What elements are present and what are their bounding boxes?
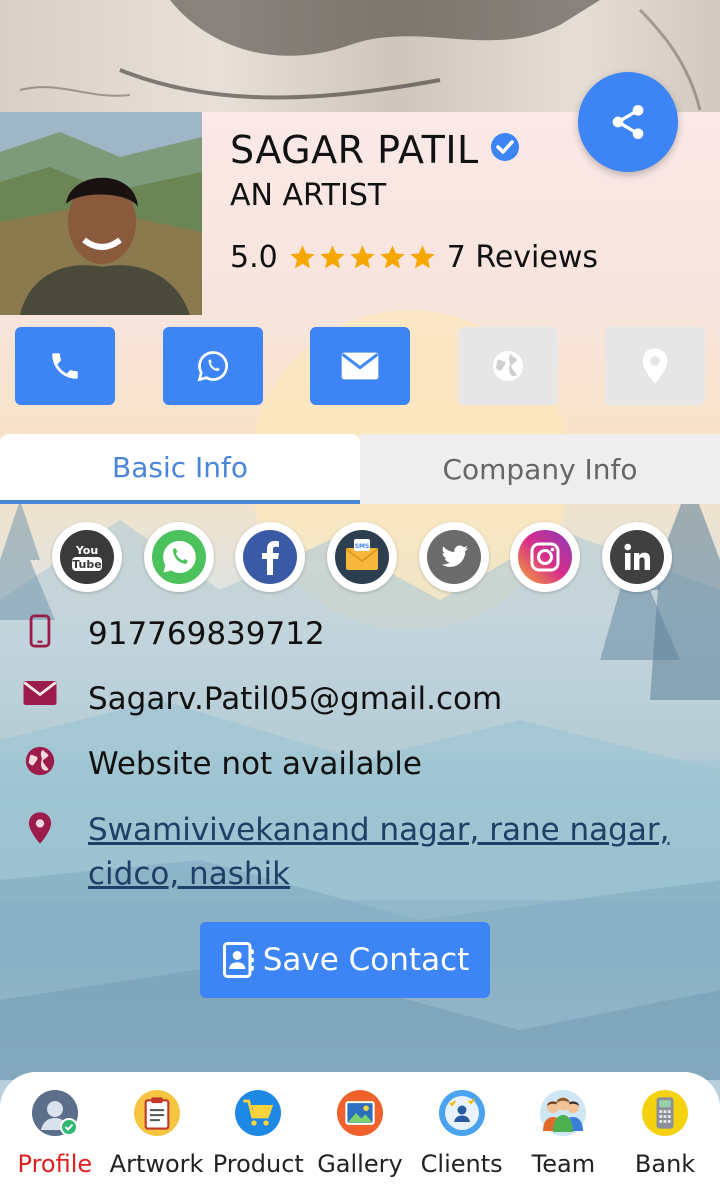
social-links: You Tube SMS <box>52 522 672 592</box>
map-pin-icon <box>642 348 668 384</box>
website-row: Website not available <box>22 742 702 786</box>
profile-header: SAGAR PATIL AN ARTIST <box>230 128 521 213</box>
nav-product[interactable]: Product <box>210 1072 306 1200</box>
rating-stars <box>288 243 437 272</box>
bottom-navigation: Profile Artwork Product Gallery Clients … <box>0 1072 720 1200</box>
rating-row[interactable]: 5.0 7 Reviews <box>230 240 598 275</box>
nav-label: Profile <box>17 1150 93 1178</box>
youtube-icon: YouTube <box>60 530 114 584</box>
sms-icon: SMS <box>334 530 389 584</box>
star-icon <box>410 245 435 269</box>
whatsapp-link[interactable] <box>143 522 214 592</box>
map-pin-icon <box>22 810 58 846</box>
call-button[interactable] <box>15 327 115 405</box>
image-gallery-icon <box>336 1090 383 1136</box>
tab-basic-info[interactable]: Basic Info <box>0 434 360 504</box>
envelope-icon <box>341 352 379 380</box>
globe-icon <box>492 351 523 381</box>
nav-label: Bank <box>634 1150 696 1178</box>
website-status: Website not available <box>88 746 422 782</box>
save-contact-button[interactable]: Save Contact <box>200 922 490 998</box>
profile-title: AN ARTIST <box>230 178 387 213</box>
phone-icon <box>52 353 78 379</box>
address-row[interactable]: Swamivivekanand nagar, rane nagar, cidco… <box>22 808 702 896</box>
clipboard-icon <box>133 1090 180 1136</box>
team-icon <box>540 1090 587 1136</box>
svg-text:Tube: Tube <box>72 558 101 571</box>
nav-gallery[interactable]: Gallery <box>312 1072 408 1200</box>
profile-icon <box>31 1090 78 1136</box>
clients-icon <box>438 1090 485 1136</box>
info-tabs: Basic Info Company Info <box>0 434 720 504</box>
shopping-cart-icon <box>235 1090 282 1136</box>
star-icon <box>380 245 405 269</box>
contact-card-icon <box>222 942 254 978</box>
location-button[interactable] <box>605 327 705 405</box>
globe-icon <box>22 744 58 778</box>
nav-label: Artwork <box>109 1150 204 1178</box>
email-row[interactable]: Sagarv.Patil05@gmail.com <box>22 677 702 721</box>
twitter-icon <box>426 530 481 584</box>
star-icon <box>290 245 315 269</box>
youtube-link[interactable]: You Tube <box>52 522 122 592</box>
reviews-count: 7 Reviews <box>446 240 599 275</box>
nav-profile[interactable]: Profile <box>7 1072 103 1200</box>
whatsapp-icon <box>151 530 206 584</box>
profile-name: SAGAR PATIL <box>230 128 479 172</box>
whatsapp-button[interactable] <box>162 327 263 405</box>
nav-artwork[interactable]: Artwork <box>109 1072 205 1200</box>
email-address: Sagarv.Patil05@gmail.com <box>88 681 503 717</box>
nav-label: Team <box>531 1150 596 1178</box>
phone-row[interactable]: 917769839712 <box>22 612 702 656</box>
facebook-icon <box>243 530 298 584</box>
facebook-link[interactable] <box>235 522 306 592</box>
linkedin-icon <box>609 530 664 584</box>
whatsapp-icon <box>197 351 228 382</box>
star-icon <box>350 245 375 269</box>
phone-number: 917769839712 <box>88 616 325 652</box>
profile-name-row: SAGAR PATIL <box>230 128 521 172</box>
profile-photo <box>0 112 202 315</box>
instagram-icon <box>518 530 573 584</box>
address-link[interactable]: Swamivivekanand nagar, rane nagar, cidco… <box>88 808 669 896</box>
sms-link[interactable]: SMS <box>326 522 397 592</box>
tab-company-info[interactable]: Company Info <box>360 434 720 504</box>
card-machine-icon <box>642 1090 689 1136</box>
instagram-link[interactable] <box>510 522 581 592</box>
svg-text:SMS: SMS <box>355 543 370 550</box>
nav-label: Clients <box>420 1150 503 1178</box>
address-line-2: cidco, nashik <box>88 856 291 892</box>
star-icon <box>320 245 345 269</box>
share-button[interactable] <box>578 72 678 172</box>
verified-badge-icon <box>489 128 521 172</box>
mobile-phone-icon <box>22 614 58 648</box>
email-button[interactable] <box>310 327 410 405</box>
nav-label: Gallery <box>317 1150 403 1178</box>
address-line-1: Swamivivekanand nagar, rane nagar, <box>88 812 670 848</box>
website-button[interactable] <box>457 327 558 405</box>
nav-team[interactable]: Team <box>515 1072 611 1200</box>
envelope-icon <box>22 679 58 707</box>
share-icon <box>612 105 644 139</box>
nav-clients[interactable]: Clients <box>414 1072 510 1200</box>
nav-bank[interactable]: Bank <box>617 1072 713 1200</box>
save-contact-label: Save Contact <box>262 942 470 978</box>
twitter-link[interactable] <box>418 522 489 592</box>
svg-text:You: You <box>75 544 98 557</box>
linkedin-link[interactable] <box>601 522 672 592</box>
contact-action-bar <box>15 327 705 405</box>
nav-label: Product <box>212 1150 304 1178</box>
rating-value: 5.0 <box>230 240 278 275</box>
